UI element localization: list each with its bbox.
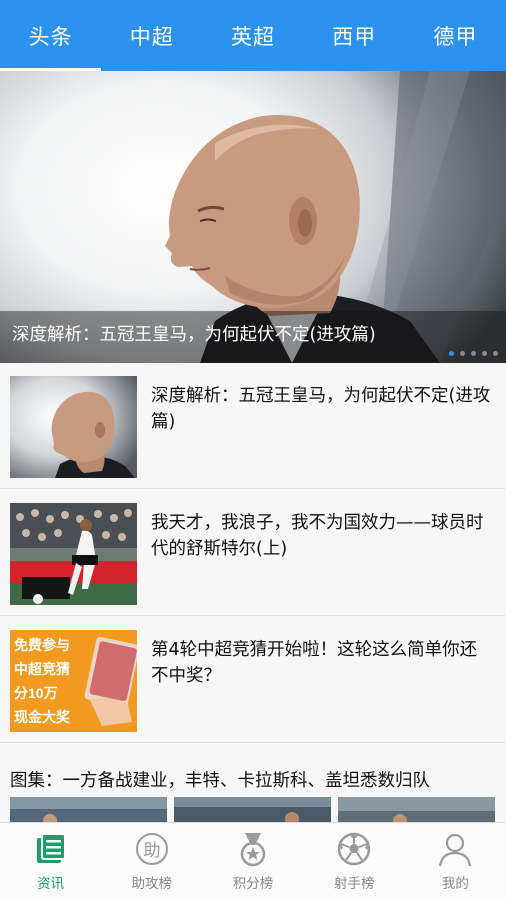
tab-label: 中超: [129, 24, 174, 49]
promo-line: 分10万: [14, 685, 58, 701]
gallery-title: 图集：一方备战建业，丰特、卡拉斯科、盖坦悉数归队: [10, 771, 430, 791]
tab-label: 英超: [231, 24, 275, 49]
hero-caption: 深度解析：五冠王皇马，为何起伏不定(进攻篇): [0, 311, 506, 363]
nav-label: 我的: [441, 876, 469, 892]
bottom-nav: 资讯 助 助攻榜 积分榜 射手榜 我的: [0, 822, 506, 900]
soccer-ball-icon: [337, 832, 371, 866]
nav-label: 资讯: [37, 876, 65, 892]
news-thumbnail: [10, 503, 137, 605]
news-list: 深度解析：五冠王皇马，为何起伏不定(进攻篇) 我天才，我浪子，我不为国效力——球…: [0, 363, 506, 822]
news-title: 深度解析：五冠王皇马，为何起伏不定(进攻篇): [151, 386, 491, 432]
carousel-dot[interactable]: [482, 351, 487, 356]
hero-banner[interactable]: 深度解析：五冠王皇马，为何起伏不定(进攻篇): [0, 71, 506, 363]
medal-icon: [240, 833, 266, 867]
svg-text:助: 助: [143, 841, 160, 861]
tab-toutiao[interactable]: 头条: [0, 0, 102, 71]
news-item[interactable]: 我天才，我浪子，我不为国效力——球员时代的舒斯特尔(上): [0, 490, 506, 616]
tab-label: 西甲: [332, 24, 377, 49]
promo-line: 免费参与: [14, 637, 70, 653]
tab-csl[interactable]: 中超: [101, 0, 202, 71]
nav-news[interactable]: 资讯: [0, 823, 101, 900]
news-thumbnail: [10, 376, 137, 478]
carousel-dot[interactable]: [471, 351, 476, 356]
news-item[interactable]: 免费参与 中超竞猜 分10万 现金大奖 第4轮中超竞猜开始啦！这轮这么简单你还不…: [0, 617, 506, 743]
tab-laliga[interactable]: 西甲: [304, 0, 405, 71]
user-icon: [439, 833, 472, 867]
nav-scorers[interactable]: 射手榜: [304, 823, 405, 900]
nav-label: 积分榜: [232, 876, 274, 892]
assist-icon: 助: [135, 833, 168, 865]
gallery-thumbnail: [10, 797, 167, 822]
gallery-item[interactable]: 图集：一方备战建业，丰特、卡拉斯科、盖坦悉数归队: [0, 745, 506, 822]
tab-epl[interactable]: 英超: [202, 0, 303, 71]
nav-assists[interactable]: 助 助攻榜: [101, 823, 202, 900]
nav-profile[interactable]: 我的: [405, 823, 506, 900]
news-thumbnail: 免费参与 中超竞猜 分10万 现金大奖: [10, 630, 137, 732]
carousel-dot[interactable]: [460, 351, 465, 356]
gallery-thumbnails: [10, 797, 495, 822]
promo-line: 中超竞猜: [14, 661, 70, 677]
nav-label: 助攻榜: [131, 876, 173, 892]
tab-label: 头条: [28, 24, 73, 49]
gallery-thumbnail: [338, 797, 495, 822]
tab-label: 德甲: [433, 24, 478, 49]
top-tab-bar: 头条 中超 英超 西甲 德甲: [0, 0, 506, 71]
nav-label: 射手榜: [333, 876, 375, 892]
news-title: 我天才，我浪子，我不为国效力——球员时代的舒斯特尔(上): [151, 513, 484, 559]
carousel-dot[interactable]: [449, 351, 454, 356]
nav-standings[interactable]: 积分榜: [202, 823, 303, 900]
promo-line: 现金大奖: [14, 709, 71, 725]
carousel-dot[interactable]: [493, 351, 498, 356]
news-title: 第4轮中超竞猜开始啦！这轮这么简单你还不中奖？: [151, 640, 478, 686]
news-icon: [36, 833, 66, 863]
tab-bundesliga[interactable]: 德甲: [405, 0, 506, 71]
gallery-thumbnail: [174, 797, 331, 822]
news-item[interactable]: 深度解析：五冠王皇马，为何起伏不定(进攻篇): [0, 363, 506, 489]
carousel-indicator: [449, 351, 498, 356]
